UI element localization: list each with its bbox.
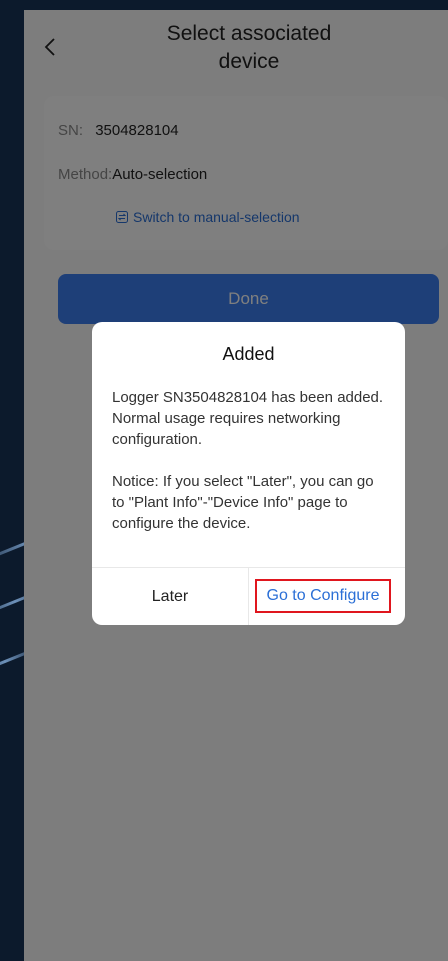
added-dialog: Added Logger SN3504828104 has been added… <box>92 322 405 625</box>
dialog-actions: Later Go to Configure <box>92 567 405 625</box>
app-screen: Select associated device SN: 3504828104 … <box>24 10 448 961</box>
dialog-body: Logger SN3504828104 has been added. Norm… <box>112 387 388 555</box>
dialog-notice: Notice: If you select "Later", you can g… <box>112 473 374 532</box>
button-divider <box>248 568 249 625</box>
dialog-title: Added <box>222 344 275 364</box>
dialog-message: Logger SN3504828104 has been added. Norm… <box>112 389 384 448</box>
later-button[interactable]: Later <box>92 568 248 625</box>
go-to-configure-button[interactable]: Go to Configure <box>255 579 391 613</box>
